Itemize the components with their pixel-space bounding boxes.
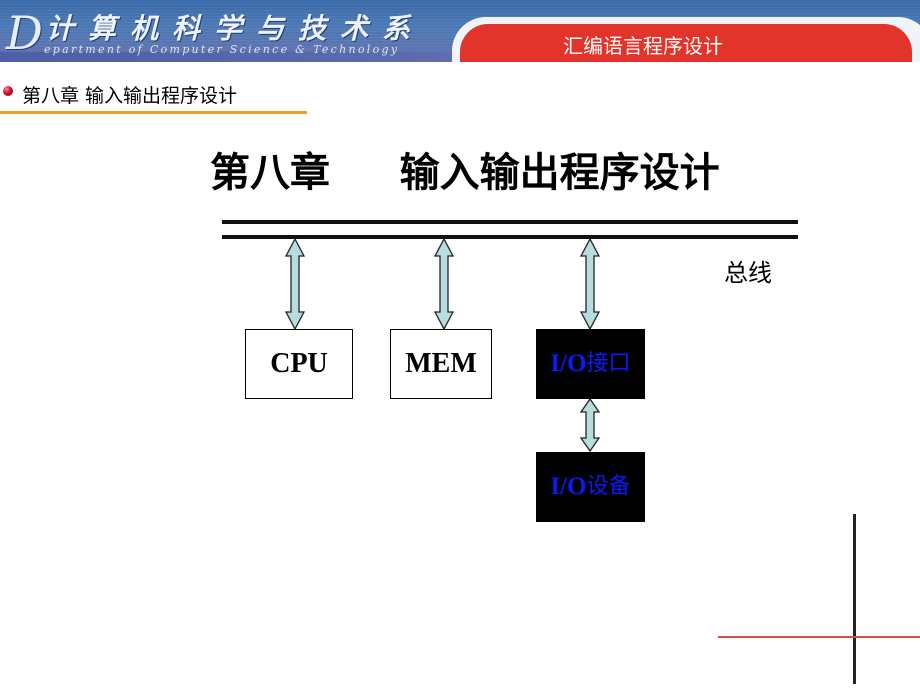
double-arrow-icon	[433, 238, 455, 330]
bus-label: 总线	[724, 259, 772, 287]
bus-line-top	[222, 220, 798, 224]
node-label-latin: I/O	[550, 350, 587, 377]
department-logo-letter: D	[6, 6, 43, 60]
decorative-vertical-line	[853, 514, 856, 684]
node-label: CPU	[270, 348, 328, 379]
slide-title: 第八章 输入输出程序设计	[210, 150, 720, 196]
course-title: 汇编语言程序设计	[563, 34, 723, 58]
header-banner: D 计算机科学与技术系 epartment of Computer Scienc…	[0, 0, 920, 62]
node-io-device: I/O 设备	[536, 452, 645, 522]
double-arrow-icon	[579, 398, 601, 452]
heading-underline	[0, 111, 307, 114]
node-cpu: CPU	[245, 329, 353, 399]
arrow-io-interface-device	[579, 398, 601, 452]
node-io-interface: I/O 接口	[536, 329, 645, 399]
double-arrow-icon	[579, 238, 601, 330]
department-name-cn: 计算机科学与技术系	[46, 12, 425, 45]
decorative-horizontal-line	[718, 636, 920, 638]
node-mem: MEM	[390, 329, 492, 399]
arrow-bus-mem	[433, 238, 455, 330]
double-arrow-icon	[284, 238, 306, 330]
node-label-latin: I/O	[550, 473, 587, 500]
section-heading: 第八章 输入输出程序设计	[22, 85, 238, 107]
node-label-cjk: 设备	[586, 474, 631, 499]
arrow-bus-cpu	[284, 238, 306, 330]
node-label: MEM	[405, 348, 477, 379]
arrow-bus-io-interface	[579, 238, 601, 330]
bus-line-bottom	[222, 235, 798, 239]
node-label-cjk: 接口	[586, 351, 631, 376]
bullet-icon	[3, 86, 13, 96]
department-name-en: epartment of Computer Science & Technolo…	[44, 43, 400, 56]
